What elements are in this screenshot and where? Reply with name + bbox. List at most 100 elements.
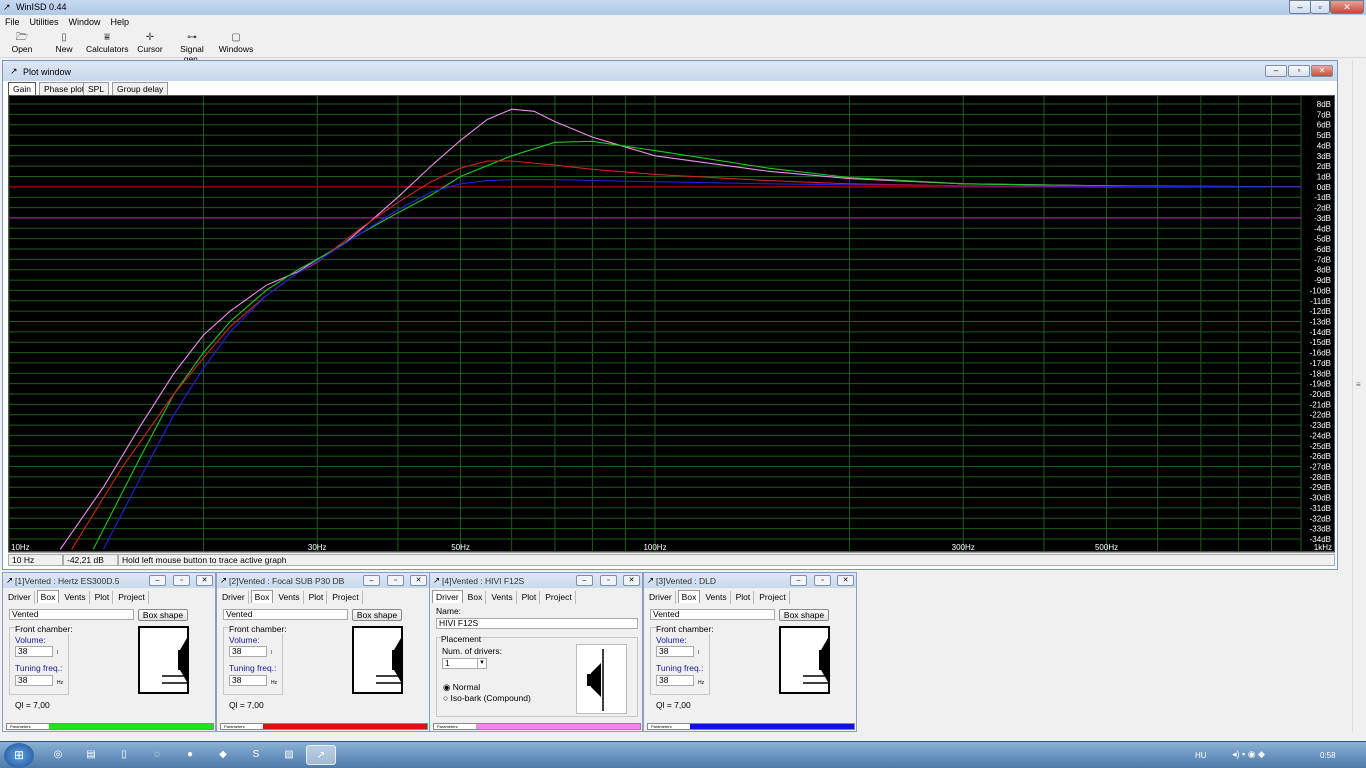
panel-close-icon[interactable]: ✕: [196, 575, 213, 586]
box-shape-button[interactable]: Box shape: [138, 609, 188, 621]
tuning-unit: Hz: [698, 680, 705, 686]
x-tick-label: 300Hz: [952, 543, 975, 551]
radio-normal[interactable]: ◉ Normal: [443, 682, 480, 693]
tab-box[interactable]: Box: [465, 591, 487, 604]
tab-driver[interactable]: Driver: [432, 590, 463, 603]
tab-vents[interactable]: Vents: [488, 591, 517, 604]
plot-maximize-icon[interactable]: ▫: [1288, 65, 1310, 77]
x-tick-label: 500Hz: [1095, 543, 1118, 551]
tab-box[interactable]: Box: [677, 590, 701, 603]
maximize-icon[interactable]: ▫: [1310, 0, 1330, 14]
tab-plot[interactable]: Plot: [306, 591, 328, 604]
tray-icons[interactable]: ◂) ▪ ◉ ◆: [1232, 749, 1265, 760]
panel-maximize-icon[interactable]: ▫: [600, 575, 617, 586]
volume-input[interactable]: 38: [15, 646, 53, 657]
notepad-icon[interactable]: ▧: [277, 745, 301, 765]
menu-help[interactable]: Help: [106, 15, 135, 27]
open-button[interactable]: 🗁 Open: [8, 32, 36, 54]
panel-minimize-icon[interactable]: –: [790, 575, 807, 586]
driver-name-field[interactable]: HIVI F12S: [436, 618, 638, 629]
y-tick-label: -28dB: [1310, 473, 1331, 482]
clock[interactable]: 0:58: [1320, 751, 1336, 760]
box-type-field[interactable]: Vented: [223, 609, 348, 620]
tab-vents[interactable]: Vents: [61, 591, 90, 604]
close-icon[interactable]: ✕: [1330, 0, 1364, 14]
menu-utilities[interactable]: Utilities: [25, 15, 64, 27]
scroll-grip-icon[interactable]: ≡: [1356, 380, 1361, 389]
new-button[interactable]: ▯ New: [50, 32, 78, 54]
tab-driver[interactable]: Driver: [5, 591, 35, 604]
explorer-icon[interactable]: ▤: [79, 745, 103, 765]
tab-project[interactable]: Project: [542, 591, 576, 604]
tab-plot[interactable]: Plot: [733, 591, 755, 604]
chevron-down-icon[interactable]: ▼: [477, 659, 486, 668]
panel-minimize-icon[interactable]: –: [363, 575, 380, 586]
menu-file[interactable]: File: [0, 15, 25, 27]
vertical-scrollbar[interactable]: ≡: [1352, 60, 1366, 732]
windows-button[interactable]: ▢ Windows: [218, 32, 254, 54]
speaker-box-icon: [803, 638, 828, 684]
box-shape-button[interactable]: Box shape: [352, 609, 402, 621]
tab-plot[interactable]: Plot: [92, 591, 114, 604]
tab-gain[interactable]: Gain: [8, 82, 36, 95]
app-icon[interactable]: ◆: [211, 745, 235, 765]
tab-box[interactable]: Box: [250, 590, 274, 603]
parameters-color-strip[interactable]: Parameters: [433, 723, 641, 730]
language-indicator[interactable]: HU: [1195, 751, 1207, 760]
panel-titlebar: ↗ [2]Vented : Focal SUB P30 DB – ▫ ✕: [217, 573, 429, 588]
tab-vents[interactable]: Vents: [702, 591, 731, 604]
tab-project[interactable]: Project: [756, 591, 790, 604]
tuning-input[interactable]: 38: [15, 675, 53, 686]
tuning-input[interactable]: 38: [656, 675, 694, 686]
num-drivers-select[interactable]: 1 ▼: [442, 658, 487, 669]
minimize-icon[interactable]: –: [1289, 0, 1311, 14]
document-icon[interactable]: ▯: [112, 745, 136, 765]
taskbar-app-icon[interactable]: ◎: [46, 745, 70, 765]
parameters-color-strip[interactable]: Parameters: [6, 723, 214, 730]
tab-phase-plot[interactable]: Phase plot: [39, 82, 90, 95]
volume-input[interactable]: 38: [229, 646, 267, 657]
menu-window[interactable]: Window: [64, 15, 106, 27]
gain-chart-svg[interactable]: 8dB7dB6dB5dB4dB3dB2dB1dB0dB-1dB-2dB-3dB-…: [8, 96, 1334, 552]
tab-driver[interactable]: Driver: [219, 591, 249, 604]
winisd-taskbar-icon[interactable]: ↗: [306, 745, 336, 765]
panel-close-icon[interactable]: ✕: [623, 575, 640, 586]
app-icon[interactable]: ◌: [145, 745, 169, 765]
skype-icon[interactable]: S: [244, 745, 268, 765]
tab-driver[interactable]: Driver: [646, 591, 676, 604]
box-panel-3: ↗ [3]Vented : DLD – ▫ ✕ Driver Box Vents Pl…: [643, 572, 857, 732]
parameters-color-strip[interactable]: Parameters: [220, 723, 428, 730]
firefox-icon[interactable]: ●: [178, 745, 202, 765]
start-button-icon[interactable]: ⊞: [4, 743, 34, 768]
y-tick-label: 8dB: [1317, 100, 1331, 109]
tab-spl[interactable]: SPL: [83, 82, 110, 95]
cursor-button[interactable]: ✛ Cursor: [136, 32, 164, 54]
panel-maximize-icon[interactable]: ▫: [173, 575, 190, 586]
tab-project[interactable]: Project: [329, 591, 363, 604]
parameters-label: Parameters: [7, 724, 49, 729]
tab-project[interactable]: Project: [115, 591, 149, 604]
panel-maximize-icon[interactable]: ▫: [387, 575, 404, 586]
y-tick-label: 0dB: [1317, 183, 1331, 192]
parameters-color-strip[interactable]: Parameters: [647, 723, 855, 730]
box-shape-button[interactable]: Box shape: [779, 609, 829, 621]
tuning-input[interactable]: 38: [229, 675, 267, 686]
box-type-field[interactable]: Vented: [9, 609, 134, 620]
tab-vents[interactable]: Vents: [275, 591, 304, 604]
panel-maximize-icon[interactable]: ▫: [814, 575, 831, 586]
plot-close-icon[interactable]: ✕: [1311, 65, 1333, 77]
tab-group-delay[interactable]: Group delay: [112, 82, 169, 95]
panel-close-icon[interactable]: ✕: [837, 575, 854, 586]
box-type-field[interactable]: Vented: [650, 609, 775, 620]
tab-plot[interactable]: Plot: [519, 591, 541, 604]
volume-input[interactable]: 38: [656, 646, 694, 657]
gain-plot[interactable]: 8dB 7dB 6dB 5dB 4dB 3dB 2dB 1dB 0dB -1dB -2dB -3dB -…: [8, 95, 1335, 552]
plot-minimize-icon[interactable]: –: [1265, 65, 1287, 77]
panel-minimize-icon[interactable]: –: [149, 575, 166, 586]
radio-iso-bark[interactable]: ○ Iso-bark (Compound): [443, 693, 531, 703]
panel-close-icon[interactable]: ✕: [410, 575, 427, 586]
panel-minimize-icon[interactable]: –: [576, 575, 593, 586]
calculators-button[interactable]: ⩸ Calculators: [86, 32, 129, 54]
y-tick-label: -2dB: [1314, 204, 1331, 213]
tab-box[interactable]: Box: [36, 590, 60, 603]
